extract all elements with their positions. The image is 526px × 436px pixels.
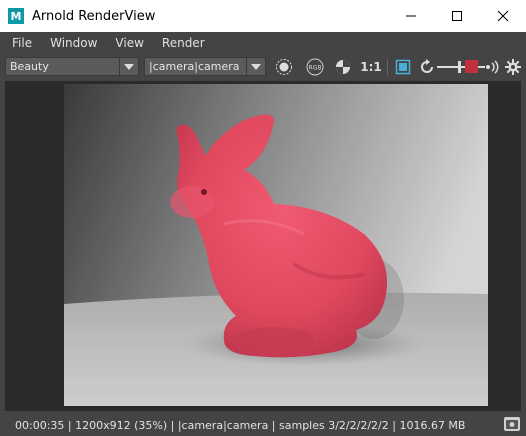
ratio-label[interactable]: 1:1	[360, 58, 382, 76]
chevron-down-icon	[119, 58, 138, 75]
toolbar-separator	[387, 59, 388, 75]
status-bar: 00:00:35 | 1200x912 (35%) | |camera|came…	[0, 414, 526, 436]
settings-gear-icon[interactable]	[504, 58, 522, 76]
minimize-button[interactable]	[388, 0, 434, 32]
exposure-icon[interactable]	[333, 58, 353, 76]
render-status-text: 00:00:35 | 1200x912 (35%) | |camera|came…	[15, 418, 466, 432]
maximize-icon	[452, 11, 462, 21]
title-bar: M Arnold RenderView	[0, 0, 526, 32]
menu-file[interactable]: File	[6, 36, 38, 50]
crop-region-icon[interactable]	[393, 58, 413, 76]
render-progress-slider[interactable]	[437, 58, 485, 76]
stop-render-icon	[465, 60, 478, 73]
window-title: Arnold RenderView	[32, 8, 156, 24]
region-select-icon[interactable]	[274, 58, 294, 76]
menu-view[interactable]: View	[109, 36, 149, 50]
refresh-icon[interactable]	[417, 58, 437, 76]
camera-dropdown-value: |camera|camera	[149, 60, 240, 73]
menu-window[interactable]: Window	[44, 36, 103, 50]
menu-render[interactable]: Render	[156, 36, 211, 50]
aov-dropdown-value: Beauty	[10, 60, 49, 73]
maya-app-icon: M	[8, 8, 24, 24]
aov-dropdown[interactable]: Beauty	[5, 57, 139, 76]
chevron-down-icon	[246, 58, 265, 75]
minimize-icon	[406, 15, 416, 17]
snapshot-camera-icon[interactable]	[504, 417, 520, 431]
toolbar: Beauty |camera|camera RGB 1:1	[0, 54, 526, 80]
close-icon	[497, 10, 509, 22]
menu-bar: File Window View Render	[0, 32, 526, 54]
window-controls	[388, 0, 526, 32]
ipr-icon[interactable]	[484, 58, 500, 76]
render-image	[64, 84, 488, 406]
close-button[interactable]	[480, 0, 526, 32]
maximize-button[interactable]	[434, 0, 480, 32]
camera-dropdown[interactable]: |camera|camera	[144, 57, 266, 76]
rgb-label: RGB	[309, 65, 322, 72]
display-rgb-icon[interactable]: RGB	[305, 58, 325, 76]
